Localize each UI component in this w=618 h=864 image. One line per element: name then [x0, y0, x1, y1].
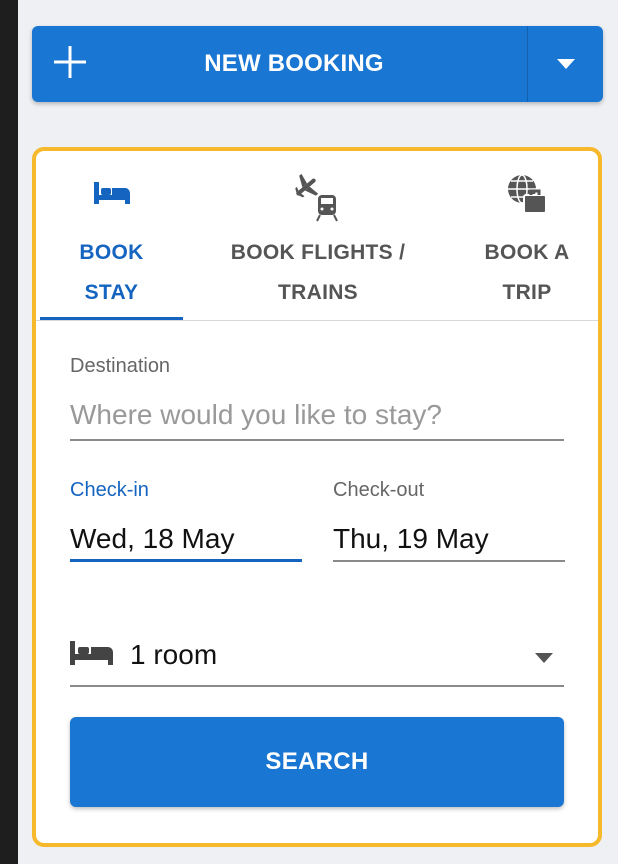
bed-icon	[40, 173, 183, 213]
booking-tabs: BOOK STAY BOOK FLIGHTS / TRAINS BOOK A T…	[36, 151, 598, 321]
check-out-field[interactable]: Thu, 19 May	[333, 516, 565, 562]
tab-book-flights-line1: BOOK FLIGHTS /	[230, 241, 406, 264]
chevron-down-icon	[534, 651, 554, 669]
destination-label: Destination	[70, 355, 171, 377]
plane-train-icon	[203, 173, 433, 222]
caret-down-icon	[556, 59, 575, 69]
tab-book-trip-line2: TRIP	[502, 281, 552, 304]
destination-input[interactable]	[70, 391, 564, 441]
plus-icon	[52, 44, 88, 80]
bed-icon	[70, 641, 114, 674]
booking-card: BOOK STAY BOOK FLIGHTS / TRAINS BOOK A T…	[32, 147, 602, 847]
tab-book-stay[interactable]: BOOK STAY	[40, 151, 183, 320]
tab-book-stay-line2: STAY	[84, 281, 139, 304]
tab-book-flights-line2: TRAINS	[278, 281, 358, 304]
check-in-field[interactable]: Wed, 18 May	[70, 516, 302, 562]
globe-briefcase-icon	[456, 173, 598, 214]
new-booking-dropdown-button[interactable]	[528, 26, 603, 102]
tab-book-trip-line1: BOOK A	[484, 241, 570, 264]
rooms-select[interactable]: 1 room	[70, 631, 564, 687]
rooms-value: 1 room	[130, 639, 218, 670]
search-button[interactable]: SEARCH	[70, 717, 564, 807]
tab-book-stay-line1: BOOK	[79, 241, 144, 264]
new-booking-label: NEW BOOKING	[204, 50, 384, 77]
tab-book-flights-trains[interactable]: BOOK FLIGHTS / TRAINS	[203, 151, 433, 320]
active-tab-indicator	[40, 317, 183, 320]
check-in-label: Check-in	[70, 479, 149, 501]
new-booking-button[interactable]: NEW BOOKING	[32, 26, 603, 102]
tab-book-trip[interactable]: BOOK A TRIP	[456, 151, 598, 320]
check-out-label: Check-out	[333, 479, 425, 501]
